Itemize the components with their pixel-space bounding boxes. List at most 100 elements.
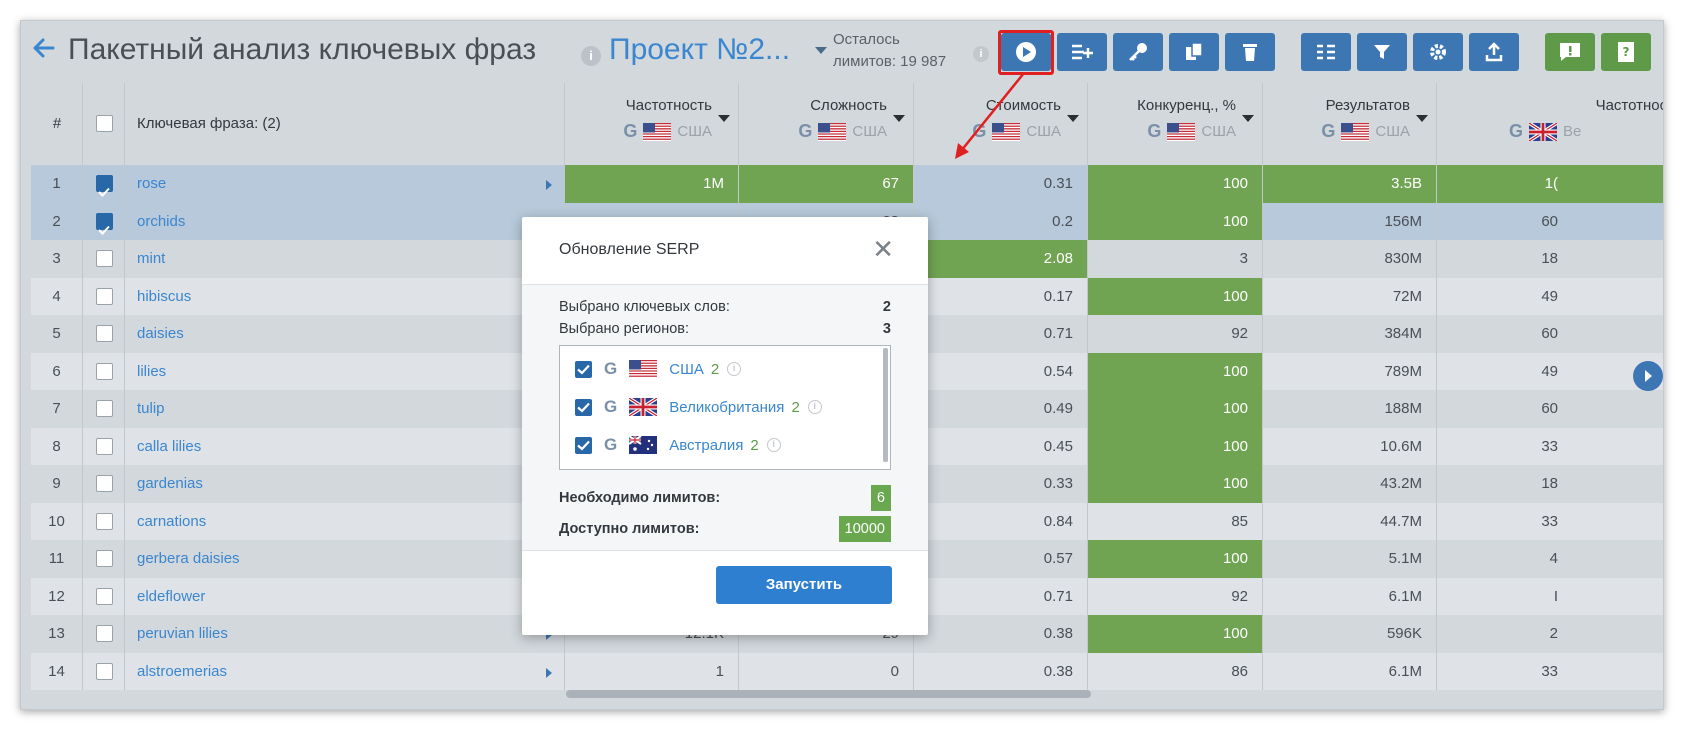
keyword-link[interactable]: peruvian lilies <box>125 615 565 653</box>
help-button[interactable]: ? <box>1601 33 1651 71</box>
row-select-cell <box>83 540 125 578</box>
region-checkbox[interactable] <box>575 398 592 416</box>
chevron-down-icon[interactable] <box>815 47 827 54</box>
keyword-text: peruvian lilies <box>137 625 228 642</box>
keyword-text: tulip <box>137 400 165 417</box>
region-item[interactable]: G Великобритания 2 i <box>575 392 822 422</box>
row-checkbox[interactable] <box>96 662 113 680</box>
keyword-link[interactable]: alstroemerias <box>125 652 565 690</box>
scroll-right-button[interactable] <box>1633 361 1663 391</box>
row-checkbox[interactable] <box>96 175 113 197</box>
metric-cell: 4 <box>1437 540 1663 578</box>
metric-cell: 5.1M <box>1263 540 1437 578</box>
row-checkbox[interactable] <box>96 400 113 417</box>
selected-regions-label: Выбрано регионов: <box>559 321 690 337</box>
back-arrow-icon[interactable] <box>31 35 57 61</box>
col-header-metric[interactable]: Частотность G США <box>565 83 739 165</box>
keyword-link[interactable]: gardenias <box>125 465 565 503</box>
col-header-metric[interactable]: Результатов G США <box>1263 83 1437 165</box>
info-icon[interactable]: i <box>807 400 822 414</box>
copy-button[interactable] <box>1169 33 1219 71</box>
sort-dropdown-icon[interactable] <box>1067 115 1079 122</box>
keyword-link[interactable]: rose <box>125 165 565 203</box>
settings-button[interactable] <box>1413 33 1463 71</box>
limits-info-icon[interactable]: i <box>973 46 989 62</box>
info-icon[interactable]: i <box>727 362 742 376</box>
row-select-cell <box>83 202 125 240</box>
project-selector[interactable]: Проект №2... <box>609 33 790 67</box>
row-checkbox[interactable] <box>96 212 113 235</box>
expand-row-icon[interactable] <box>546 667 552 678</box>
keyword-link[interactable]: daisies <box>125 315 565 353</box>
us-flag-icon <box>1167 122 1196 141</box>
selected-keywords-value: 2 <box>882 299 891 315</box>
keyword-link[interactable]: carnations <box>125 502 565 540</box>
table-row[interactable]: 14 alstroemerias 1 0 0.38 86 6.1M 33 <box>31 652 1663 690</box>
help-book-icon: ? <box>1618 42 1634 62</box>
metric-cell: 0.38 <box>914 615 1088 653</box>
keyword-text: rose <box>137 175 167 192</box>
row-select-cell <box>83 652 125 690</box>
info-icon[interactable]: i <box>766 438 781 452</box>
keyword-link[interactable]: mint <box>125 240 565 278</box>
col-header-metric[interactable]: Стоимость G США <box>914 83 1088 165</box>
region-count: 2 <box>710 360 720 378</box>
row-checkbox[interactable] <box>96 287 113 305</box>
horizontal-scrollbar[interactable] <box>566 690 1091 698</box>
keyword-link[interactable]: lilies <box>125 352 565 390</box>
add-list-button[interactable] <box>1057 33 1107 71</box>
metric-cell: 0.71 <box>914 315 1088 353</box>
start-button[interactable]: Запустить <box>716 566 892 604</box>
row-checkbox[interactable] <box>96 325 113 342</box>
col-header-keyword[interactable]: Ключевая фраза: (2) <box>125 83 565 165</box>
filter-button[interactable] <box>1357 33 1407 71</box>
close-icon[interactable]: ✕ <box>872 236 894 262</box>
table-row[interactable]: 1 rose 1M 67 0.31 100 3.5B 1( <box>31 165 1663 203</box>
region-checkbox[interactable] <box>575 360 592 378</box>
row-checkbox[interactable] <box>96 437 113 455</box>
region-item[interactable]: G Австралия 2 i <box>575 430 781 460</box>
keyword-link[interactable]: tulip <box>125 390 565 428</box>
sort-dropdown-icon[interactable] <box>1416 115 1428 122</box>
keyword-link[interactable]: eldeflower <box>125 577 565 615</box>
row-checkbox[interactable] <box>96 587 113 605</box>
col-header-metric[interactable]: Конкуренц., % G США <box>1088 83 1263 165</box>
sort-dropdown-icon[interactable] <box>718 115 730 122</box>
row-checkbox[interactable] <box>96 250 113 267</box>
row-number: 8 <box>31 427 83 465</box>
region-list-scrollbar[interactable] <box>883 348 888 462</box>
keyword-link[interactable]: hibiscus <box>125 277 565 315</box>
google-icon: G <box>604 397 618 416</box>
row-number: 7 <box>31 390 83 428</box>
row-number: 10 <box>31 502 83 540</box>
col-header-region: G США <box>972 121 1061 142</box>
info-icon[interactable]: i <box>581 46 601 66</box>
columns-button[interactable] <box>1301 33 1351 71</box>
key-button[interactable] <box>1113 33 1163 71</box>
row-checkbox[interactable] <box>96 362 113 380</box>
region-checkbox[interactable] <box>575 436 592 454</box>
select-all-checkbox[interactable] <box>96 115 113 132</box>
col-header-metric[interactable]: Частотност G Ве <box>1437 83 1663 165</box>
row-checkbox[interactable] <box>96 475 113 492</box>
sort-dropdown-icon[interactable] <box>1242 115 1254 122</box>
col-header-metric[interactable]: Сложность G США <box>739 83 914 165</box>
google-icon: G <box>1509 121 1524 141</box>
sort-dropdown-icon[interactable] <box>893 115 905 122</box>
keyword-link[interactable]: calla lilies <box>125 427 565 465</box>
header: Пакетный анализ ключевых фраз i Проект №… <box>21 21 1663 85</box>
row-number: 13 <box>31 615 83 653</box>
col-header-country: США <box>677 123 712 140</box>
delete-button[interactable] <box>1225 33 1275 71</box>
row-select-cell <box>83 465 125 503</box>
keyword-link[interactable]: orchids <box>125 202 565 240</box>
row-checkbox[interactable] <box>96 625 113 642</box>
region-item[interactable]: G США 2 i <box>575 354 742 384</box>
keyword-link[interactable]: gerbera daisies <box>125 540 565 578</box>
row-checkbox[interactable] <box>96 512 113 530</box>
keyword-text: gardenias <box>137 475 203 492</box>
row-checkbox[interactable] <box>96 550 113 567</box>
expand-row-icon[interactable] <box>546 180 552 190</box>
export-button[interactable] <box>1469 33 1519 71</box>
report-button[interactable] <box>1545 33 1595 71</box>
